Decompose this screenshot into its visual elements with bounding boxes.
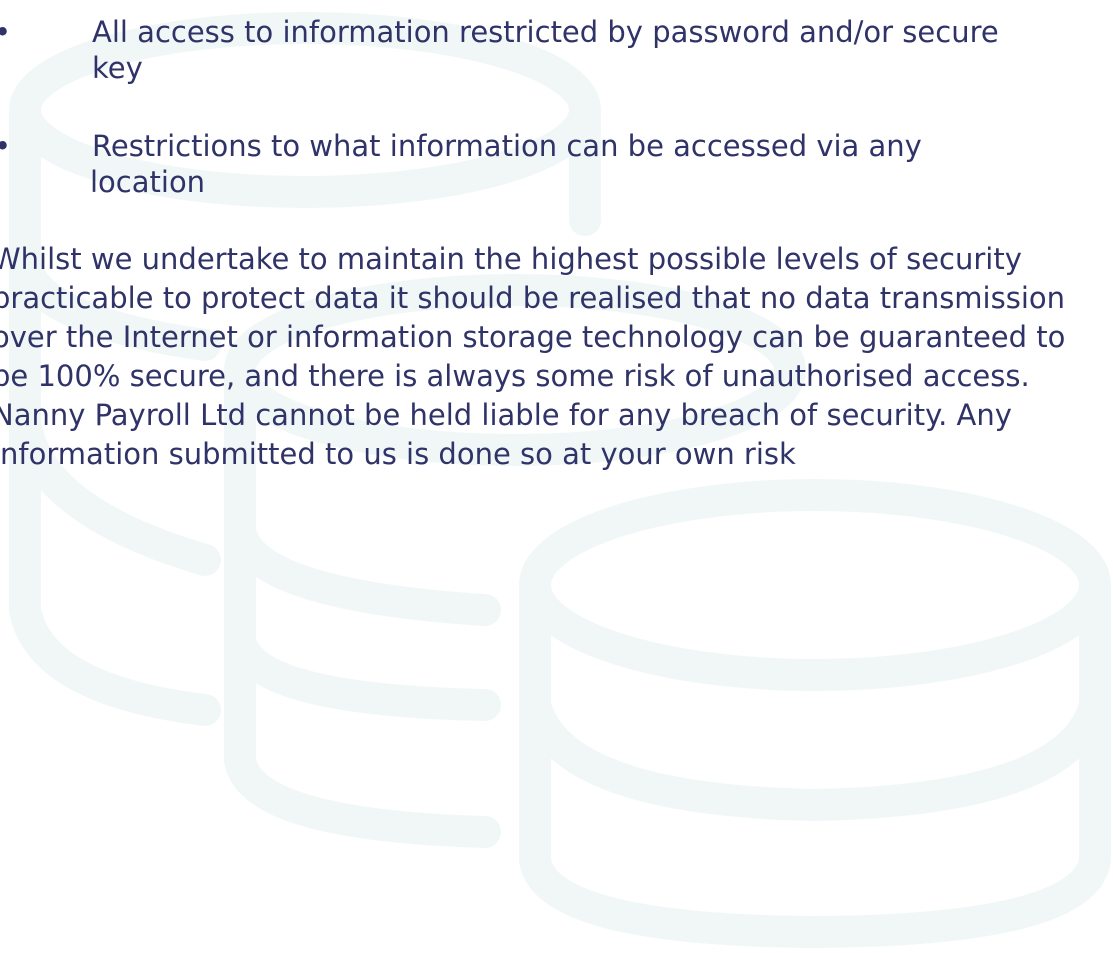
bullet-icon: • xyxy=(0,128,11,164)
bullet-icon: • xyxy=(0,14,11,50)
privacy-page: • All access to information restricted b… xyxy=(0,0,1113,953)
bullet-text: Restrictions to what information can be … xyxy=(90,129,922,199)
security-text: • All access to information restricted b… xyxy=(0,0,1113,953)
security-disclaimer: Whilst we undertake to maintain the high… xyxy=(0,242,1066,471)
bullet-text: All access to information restricted by … xyxy=(92,15,999,85)
